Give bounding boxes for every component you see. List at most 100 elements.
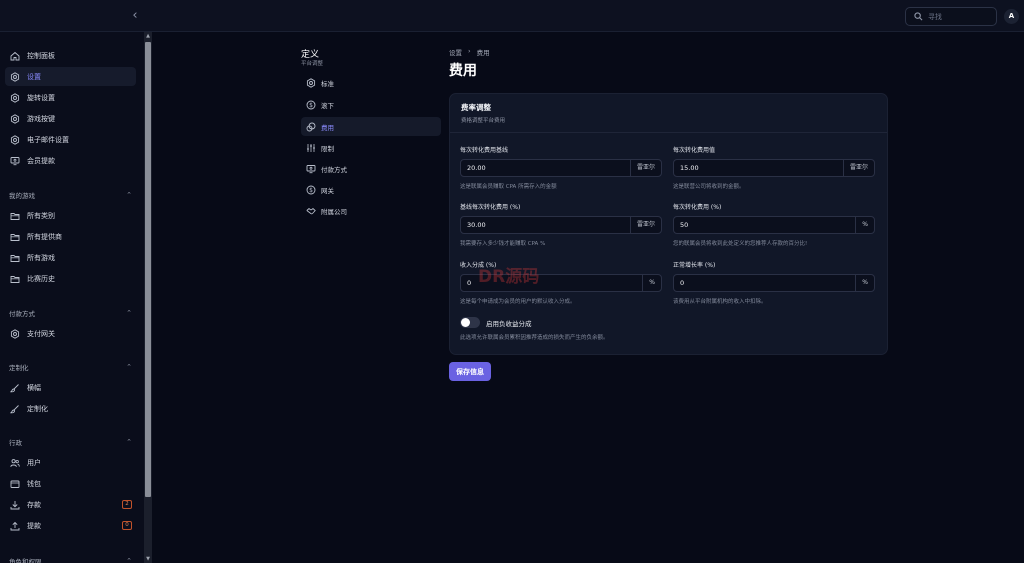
input-suffix: %	[642, 275, 661, 291]
section-title: 我的游戏	[9, 192, 35, 200]
fee-input-box[interactable]: %	[673, 274, 875, 292]
subnav-item-label: 限制	[321, 144, 334, 153]
sidebar-item[interactable]: 定制化	[5, 399, 136, 418]
fee-input-box[interactable]: 雷亚尔	[460, 216, 662, 234]
fee-input-box[interactable]: 雷亚尔	[460, 159, 662, 177]
sidebar-item[interactable]: 存款 2	[5, 495, 136, 514]
coins-icon	[305, 121, 316, 132]
input-suffix: 雷亚尔	[629, 160, 661, 176]
subnav-item[interactable]: 费用	[301, 117, 441, 136]
subnav-item[interactable]: $ 滚下	[301, 95, 441, 114]
sidebar-item-label: 提款	[27, 521, 41, 530]
chevron-up-icon: ⌃	[126, 363, 132, 371]
save-button[interactable]: 保存信息	[449, 362, 491, 381]
sidebar-item[interactable]: 控制面板	[5, 46, 136, 65]
avatar[interactable]: A	[1004, 9, 1019, 24]
subnav-item-label: 付款方式	[321, 165, 347, 174]
sidebar-item[interactable]: 旋转设置	[5, 88, 136, 107]
subnav-item-label: 滚下	[321, 101, 334, 110]
sidebar-item[interactable]: 支付网关	[5, 324, 136, 343]
dollar-icon: $	[305, 184, 316, 195]
scroll-up-arrow[interactable]: ▲	[144, 32, 152, 40]
monitor-icon	[9, 155, 20, 166]
subnav-item-label: 附属公司	[321, 207, 347, 216]
sidebar-item-label: 游戏按键	[27, 114, 55, 123]
sidebar-item-label: 支付网关	[27, 329, 55, 338]
sidebar-section-header[interactable]: 我的游戏 ⌃	[9, 189, 132, 201]
sidebar-item[interactable]: 比赛历史	[5, 269, 136, 288]
subnav-item[interactable]: $ 网关	[301, 180, 441, 199]
search-input[interactable]	[928, 10, 994, 24]
input-suffix: %	[855, 275, 874, 291]
negative-revshare-toggle[interactable]	[460, 317, 480, 328]
card-subtitle: 费格调整平台费用	[461, 118, 506, 124]
sidebar-item-label: 电子邮件设置	[27, 135, 69, 144]
sidebar: 控制面板 设置 旋转设置 游戏按键 电子邮件设置 会员提款 我的游戏 ⌃ 所有类别 所有提供商 所有…	[0, 32, 144, 563]
sidebar-item-label: 比赛历史	[27, 274, 55, 283]
subnav-item[interactable]: 限制	[301, 138, 441, 157]
home-icon	[9, 50, 20, 61]
sidebar-section-header[interactable]: 角色和权限 ⌃	[9, 555, 132, 563]
sidebar-item[interactable]: 所有类别	[5, 206, 136, 225]
section-title: 行政	[9, 439, 22, 447]
sidebar-item-label: 定制化	[27, 404, 48, 413]
field-help-text: 这是联营公司将收到的金额。	[673, 184, 745, 190]
folder-icon	[9, 231, 20, 242]
breadcrumb-root[interactable]: 设置	[449, 47, 462, 57]
subnav-item[interactable]: 付款方式	[301, 159, 441, 178]
sidebar-item[interactable]: 所有游戏	[5, 248, 136, 267]
watermark: DR源码	[478, 267, 540, 287]
sidebar-item-label: 所有提供商	[27, 232, 62, 241]
breadcrumb: 设置 › 费用	[449, 47, 490, 57]
svg-text:$: $	[309, 102, 313, 109]
sidebar-section-header[interactable]: 付款方式 ⌃	[9, 307, 132, 319]
section-title: 定制化	[9, 364, 29, 372]
scroll-thumb[interactable]	[145, 42, 151, 497]
search-box[interactable]	[905, 7, 997, 26]
sidebar-item[interactable]: 提款 0	[5, 516, 136, 535]
brush-icon	[9, 403, 20, 414]
top-bar: ‹ A	[0, 0, 1024, 32]
gear-icon	[9, 92, 20, 103]
fee-input[interactable]	[680, 277, 830, 289]
collapse-sidebar-button[interactable]: ‹	[128, 9, 142, 23]
gear-icon	[9, 71, 20, 82]
sidebar-item-label: 控制面板	[27, 51, 55, 60]
sidebar-item[interactable]: 钱包	[5, 474, 136, 493]
sidebar-item[interactable]: 设置	[5, 67, 136, 86]
card-divider	[450, 132, 887, 133]
fee-input[interactable]	[467, 162, 617, 174]
input-suffix: 雷亚尔	[842, 160, 874, 176]
toggle-help: 此选项允许联属会员累积因推荐造成的损失而产生的负余额。	[460, 335, 609, 341]
count-badge: 2	[122, 500, 132, 509]
wallet-icon	[9, 478, 20, 489]
scroll-down-arrow[interactable]: ▼	[144, 555, 152, 563]
handshake-icon	[305, 205, 316, 216]
subnav-item[interactable]: 附属公司	[301, 201, 441, 220]
gear-icon	[9, 134, 20, 145]
sidebar-scrollbar[interactable]: ▲ ▼	[144, 32, 152, 563]
sidebar-item-label: 设置	[27, 72, 41, 81]
chevron-up-icon: ⌃	[126, 557, 132, 563]
sidebar-item[interactable]: 会员提款	[5, 151, 136, 170]
sidebar-item[interactable]: 所有提供商	[5, 227, 136, 246]
field-label: 正常增长率 (%)	[673, 262, 716, 269]
count-badge: 0	[122, 521, 132, 530]
brush-icon	[9, 382, 20, 393]
subnav-item[interactable]: 标准	[301, 73, 441, 92]
fee-input[interactable]	[467, 219, 617, 231]
sidebar-item[interactable]: 电子邮件设置	[5, 130, 136, 149]
chevron-up-icon: ⌃	[126, 438, 132, 446]
fee-input[interactable]	[680, 162, 830, 174]
fee-input-box[interactable]: 雷亚尔	[673, 159, 875, 177]
input-suffix: 雷亚尔	[629, 217, 661, 233]
fee-input-box[interactable]: %	[673, 216, 875, 234]
fee-input[interactable]	[680, 219, 830, 231]
sidebar-item[interactable]: 用户	[5, 453, 136, 472]
field-help-text: 您的联属会员将收到此处定义的您推荐人存款的百分比!	[673, 241, 808, 247]
sidebar-item[interactable]: 横幅	[5, 378, 136, 397]
sidebar-section-header[interactable]: 定制化 ⌃	[9, 361, 132, 373]
sidebar-section-header[interactable]: 行政 ⌃	[9, 436, 132, 448]
subnav-item-label: 费用	[321, 123, 334, 132]
sidebar-item[interactable]: 游戏按键	[5, 109, 136, 128]
